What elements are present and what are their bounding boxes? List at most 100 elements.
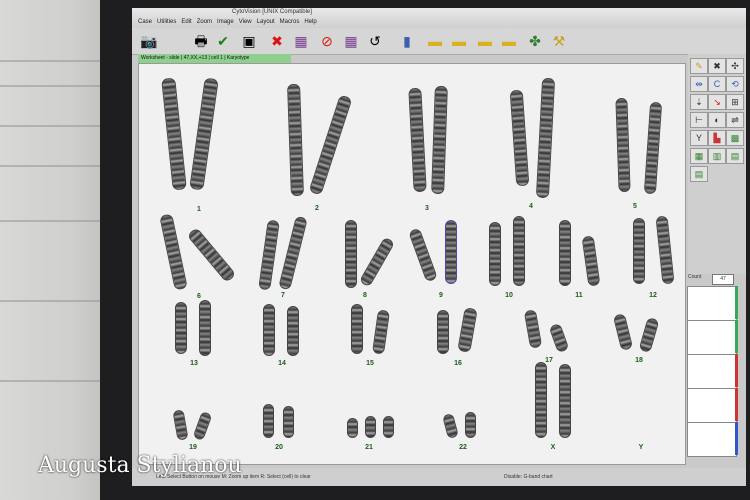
cell-thumbnail[interactable] <box>687 286 737 321</box>
chromosome[interactable] <box>365 416 376 438</box>
chromosome[interactable] <box>431 85 448 195</box>
folder-icon[interactable]: ▬ <box>426 32 444 50</box>
network-icon[interactable]: ✤ <box>526 32 544 50</box>
chromosome[interactable] <box>308 94 353 196</box>
cell-thumbnail[interactable] <box>687 320 737 355</box>
list-icon[interactable]: ▤ <box>690 166 708 182</box>
chromosome[interactable] <box>643 101 663 195</box>
menu-case[interactable]: Case <box>138 19 152 25</box>
status-tab[interactable]: Worksheet - slide | 47,XX,+13 | cell 1 |… <box>138 54 291 63</box>
menu-macros[interactable]: Macros <box>280 19 300 25</box>
chromosome[interactable] <box>442 412 459 440</box>
count-field[interactable]: 47 <box>712 274 734 285</box>
grid-icon[interactable]: ▦ <box>292 32 310 50</box>
chromosome[interactable] <box>535 77 556 199</box>
chromosome[interactable] <box>186 227 237 283</box>
chromosome[interactable] <box>655 215 675 285</box>
pencil-icon[interactable]: ✎ <box>690 58 708 74</box>
chromosome[interactable] <box>345 220 357 288</box>
menu-utilities[interactable]: Utilities <box>157 19 176 25</box>
menu-layout[interactable]: Layout <box>257 19 275 25</box>
chromosome[interactable] <box>523 309 543 349</box>
chromosome[interactable] <box>199 300 211 356</box>
check-icon[interactable]: ✔ <box>214 32 232 50</box>
chromosome[interactable] <box>615 97 631 193</box>
measure-icon[interactable]: ⊢ <box>690 112 708 128</box>
cell-thumbnail[interactable] <box>687 422 737 457</box>
chromosome[interactable] <box>283 406 294 438</box>
chromosome[interactable] <box>172 409 189 441</box>
split-icon[interactable]: ⇹ <box>690 76 708 92</box>
chromosome[interactable] <box>287 306 299 356</box>
menu-help[interactable]: Help <box>304 19 316 25</box>
chromosome[interactable] <box>175 302 187 354</box>
chromosome[interactable] <box>638 317 660 353</box>
cell-thumbnail[interactable] <box>687 354 737 389</box>
karyogram-icon[interactable]: ▦ <box>690 148 708 164</box>
chromosome[interactable] <box>278 215 308 291</box>
save-icon[interactable]: ▣ <box>240 32 258 50</box>
chromosome[interactable] <box>347 418 358 438</box>
camera-icon[interactable]: 📷 <box>140 32 158 50</box>
chromosome-label: 15 <box>366 360 374 367</box>
histogram-icon[interactable]: ▙ <box>708 130 726 146</box>
chromosome[interactable] <box>437 310 449 354</box>
curve-icon[interactable]: C <box>708 76 726 92</box>
table-icon[interactable]: ▤ <box>726 148 744 164</box>
chromosome[interactable] <box>633 218 645 284</box>
chromosome[interactable] <box>465 412 476 438</box>
chromosome[interactable] <box>263 304 275 356</box>
chromosome[interactable] <box>489 222 501 286</box>
chromosome[interactable] <box>513 216 525 286</box>
folder-icon-2[interactable]: ▬ <box>476 32 494 50</box>
chromosome[interactable] <box>161 77 187 191</box>
chromosome[interactable] <box>457 307 478 353</box>
chromosome[interactable] <box>371 309 391 355</box>
menu-zoom[interactable]: Zoom <box>197 19 212 25</box>
cell-thumbnail[interactable] <box>687 388 737 423</box>
grid-purple-icon[interactable]: ▦ <box>342 32 360 50</box>
chromosome[interactable] <box>258 219 280 291</box>
rotate-icon[interactable]: ⟲ <box>726 76 744 92</box>
no-icon[interactable]: ⊘ <box>318 32 336 50</box>
chromosome-label: 5 <box>633 203 637 210</box>
undo-icon[interactable]: ↺ <box>366 32 384 50</box>
chromosome[interactable] <box>351 304 363 354</box>
menu-edit[interactable]: Edit <box>181 19 191 25</box>
pointer-icon[interactable]: ↘ <box>708 94 726 110</box>
folder-open-icon[interactable]: ▬ <box>450 32 468 50</box>
layers-icon[interactable]: ▩ <box>726 130 744 146</box>
chromosome[interactable] <box>408 87 427 193</box>
menu-image[interactable]: Image <box>217 19 234 25</box>
chromosome[interactable] <box>535 362 547 438</box>
ideogram-icon[interactable]: ▥ <box>708 148 726 164</box>
ruler-icon[interactable]: ⊞ <box>726 94 744 110</box>
chromosome[interactable] <box>263 404 274 438</box>
chromosome[interactable] <box>509 89 530 187</box>
menu-view[interactable]: View <box>239 19 252 25</box>
chromosome[interactable] <box>581 235 601 287</box>
chromosome[interactable] <box>559 220 571 286</box>
chromosome[interactable] <box>408 227 438 283</box>
chromosome[interactable] <box>159 213 188 291</box>
align-icon[interactable]: ⇣ <box>690 94 708 110</box>
folder-icon-3[interactable]: ▬ <box>500 32 518 50</box>
chromosome[interactable] <box>612 313 634 351</box>
chromosome[interactable] <box>358 236 396 288</box>
close-x-icon[interactable]: ✖ <box>268 32 286 50</box>
flip-icon[interactable]: ⇌ <box>726 112 744 128</box>
branch-icon[interactable]: Y <box>690 130 708 146</box>
chromosome[interactable] <box>287 83 304 197</box>
chromosome[interactable] <box>383 416 394 438</box>
chromosome[interactable] <box>559 364 571 438</box>
printer-icon[interactable]: 🖶 <box>192 32 210 50</box>
chromosome[interactable] <box>192 410 213 442</box>
chromosome[interactable] <box>189 77 219 191</box>
wand-icon[interactable]: ⚒ <box>550 32 568 50</box>
move-icon[interactable]: ✣ <box>726 58 744 74</box>
cross-icon[interactable]: ✖ <box>708 58 726 74</box>
chromosome[interactable] <box>548 322 570 354</box>
chromosome-selected[interactable] <box>445 220 457 284</box>
contrast-icon[interactable]: ◐ <box>708 112 726 128</box>
bar-chart-icon[interactable]: ▮ <box>398 32 416 50</box>
